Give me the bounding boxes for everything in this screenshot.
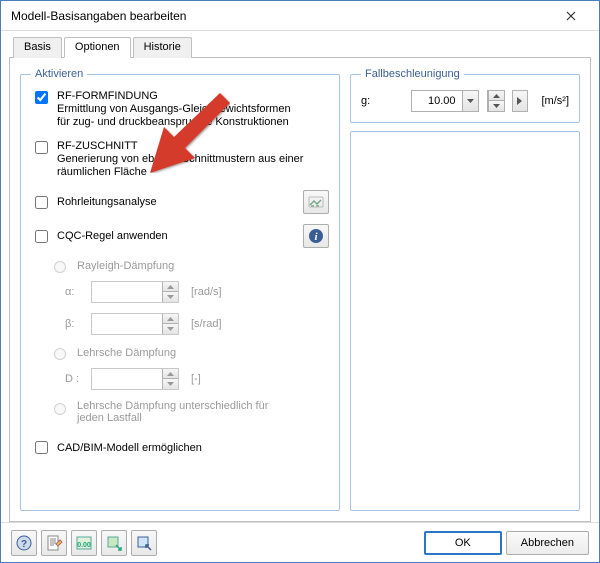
lehrsche-diff-label: Lehrsche Dämpfung unterschiedlich für je…: [77, 400, 277, 424]
close-button[interactable]: [551, 2, 591, 30]
formfindung-label[interactable]: RF-FORMFINDUNG Ermittlung von Ausgangs-G…: [57, 90, 329, 128]
lehrsche-diff-radio: [54, 403, 66, 415]
ok-button[interactable]: OK: [424, 531, 502, 555]
help-button[interactable]: ?: [11, 530, 37, 556]
cqc-label[interactable]: CQC-Regel anwenden: [57, 230, 297, 242]
g-step-button[interactable]: [512, 90, 528, 112]
aktivieren-group: Aktivieren RF-FORMFINDUNG Ermittlung von…: [20, 68, 340, 511]
cqc-checkbox[interactable]: [35, 230, 48, 243]
zuschnitt-desc2: räumlichen Fläche: [57, 166, 329, 178]
tab-basis[interactable]: Basis: [13, 37, 62, 58]
units-button[interactable]: 0.00: [71, 530, 97, 556]
rohr-label[interactable]: Rohrleitungsanalyse: [57, 196, 297, 208]
tab-optionen[interactable]: Optionen: [64, 37, 131, 58]
beta-label: β:: [65, 318, 85, 330]
tabpage-optionen: Aktivieren RF-FORMFINDUNG Ermittlung von…: [9, 57, 591, 522]
aktivieren-legend: Aktivieren: [31, 68, 87, 80]
lehrsche-diff-row: Lehrsche Dämpfung unterschiedlich für je…: [49, 400, 329, 424]
units-icon: 0.00: [75, 534, 93, 552]
edit-icon: [45, 534, 63, 552]
help-icon: ?: [15, 534, 33, 552]
alpha-spin: [162, 282, 178, 302]
cadbim-label[interactable]: CAD/BIM-Modell ermöglichen: [57, 442, 202, 454]
beta-spin: [162, 314, 178, 334]
left-column: Aktivieren RF-FORMFINDUNG Ermittlung von…: [20, 68, 340, 511]
cadbim-checkbox[interactable]: [35, 441, 48, 454]
zuschnitt-title: RF-ZUSCHNITT: [57, 140, 329, 152]
right-column: Fallbeschleunigung g: 10.00: [350, 68, 580, 511]
edit-button[interactable]: [41, 530, 67, 556]
export-button[interactable]: [101, 530, 127, 556]
accel-group: Fallbeschleunigung g: 10.00: [350, 68, 580, 123]
formfindung-checkbox[interactable]: [35, 91, 48, 104]
alpha-unit: [rad/s]: [191, 286, 222, 298]
dialog-footer: ? 0.00 OK Abbrechen: [1, 522, 599, 562]
close-icon: [566, 11, 576, 21]
alpha-input: [91, 281, 179, 303]
g-unit: [m/s²]: [542, 95, 570, 107]
cancel-button[interactable]: Abbrechen: [506, 531, 589, 555]
rohr-checkbox[interactable]: [35, 196, 48, 209]
d-field: [92, 370, 162, 388]
svg-text:?: ?: [21, 539, 27, 550]
beta-row: β: [s/rad]: [49, 313, 329, 335]
rohr-settings-button[interactable]: [303, 190, 329, 214]
cqc-row: CQC-Regel anwenden i: [31, 224, 329, 248]
dialog-window: Modell-Basisangaben bearbeiten Basis Opt…: [0, 0, 600, 563]
rayleigh-radio: [54, 261, 66, 273]
g-spin[interactable]: [487, 90, 505, 112]
alpha-row: α: [rad/s]: [49, 281, 329, 303]
beta-input: [91, 313, 179, 335]
g-dropdown[interactable]: [462, 91, 478, 111]
import-button[interactable]: [131, 530, 157, 556]
info-icon: i: [308, 228, 324, 244]
g-row: g: 10.00 [m/s²]: [361, 90, 569, 112]
d-spin: [162, 369, 178, 389]
formfindung-desc2: für zug- und druckbeanspruchte Konstrukt…: [57, 116, 329, 128]
beta-field: [92, 315, 162, 333]
tab-historie[interactable]: Historie: [133, 37, 192, 58]
accel-legend: Fallbeschleunigung: [361, 68, 464, 80]
export-icon: [105, 534, 123, 552]
zuschnitt-desc1: Generierung von ebenen Schnittmustern au…: [57, 153, 329, 165]
cqc-info-button[interactable]: i: [303, 224, 329, 248]
chevron-right-icon: [517, 97, 522, 105]
zuschnitt-label[interactable]: RF-ZUSCHNITT Generierung von ebenen Schn…: [57, 140, 329, 178]
alpha-label: α:: [65, 286, 85, 298]
alpha-field: [92, 283, 162, 301]
d-input: [91, 368, 179, 390]
dialog-title: Modell-Basisangaben bearbeiten: [11, 9, 551, 23]
rayleigh-row: Rayleigh-Dämpfung: [49, 258, 329, 273]
import-icon: [135, 534, 153, 552]
dialog-client: Basis Optionen Historie Aktivieren RF-FO…: [1, 31, 599, 522]
rohr-row: Rohrleitungsanalyse: [31, 190, 329, 214]
formfindung-desc1: Ermittlung von Ausgangs-Gleichgewichtsfo…: [57, 103, 329, 115]
right-empty-panel: [350, 131, 580, 511]
cadbim-row: CAD/BIM-Modell ermöglichen: [31, 438, 329, 457]
g-select[interactable]: 10.00: [411, 90, 479, 112]
d-unit: [-]: [191, 373, 201, 385]
formfindung-row: RF-FORMFINDUNG Ermittlung von Ausgangs-G…: [31, 90, 329, 128]
g-value: 10.00: [412, 95, 462, 107]
lehrsche-label: Lehrsche Dämpfung: [77, 347, 176, 359]
beta-unit: [s/rad]: [191, 318, 222, 330]
titlebar: Modell-Basisangaben bearbeiten: [1, 1, 599, 31]
zuschnitt-checkbox[interactable]: [35, 141, 48, 154]
rayleigh-label: Rayleigh-Dämpfung: [77, 260, 174, 272]
settings-icon: [308, 194, 324, 210]
tabstrip: Basis Optionen Historie: [9, 37, 591, 58]
lehrsche-row: Lehrsche Dämpfung: [49, 345, 329, 360]
d-label: D :: [65, 373, 85, 385]
cqc-subgroup: Rayleigh-Dämpfung α: [rad/s: [31, 258, 329, 424]
d-row: D : [-]: [49, 368, 329, 390]
zuschnitt-row: RF-ZUSCHNITT Generierung von ebenen Schn…: [31, 140, 329, 178]
g-label: g:: [361, 95, 370, 107]
lehrsche-radio: [54, 348, 66, 360]
formfindung-title: RF-FORMFINDUNG: [57, 90, 329, 102]
svg-text:0.00: 0.00: [77, 542, 91, 549]
